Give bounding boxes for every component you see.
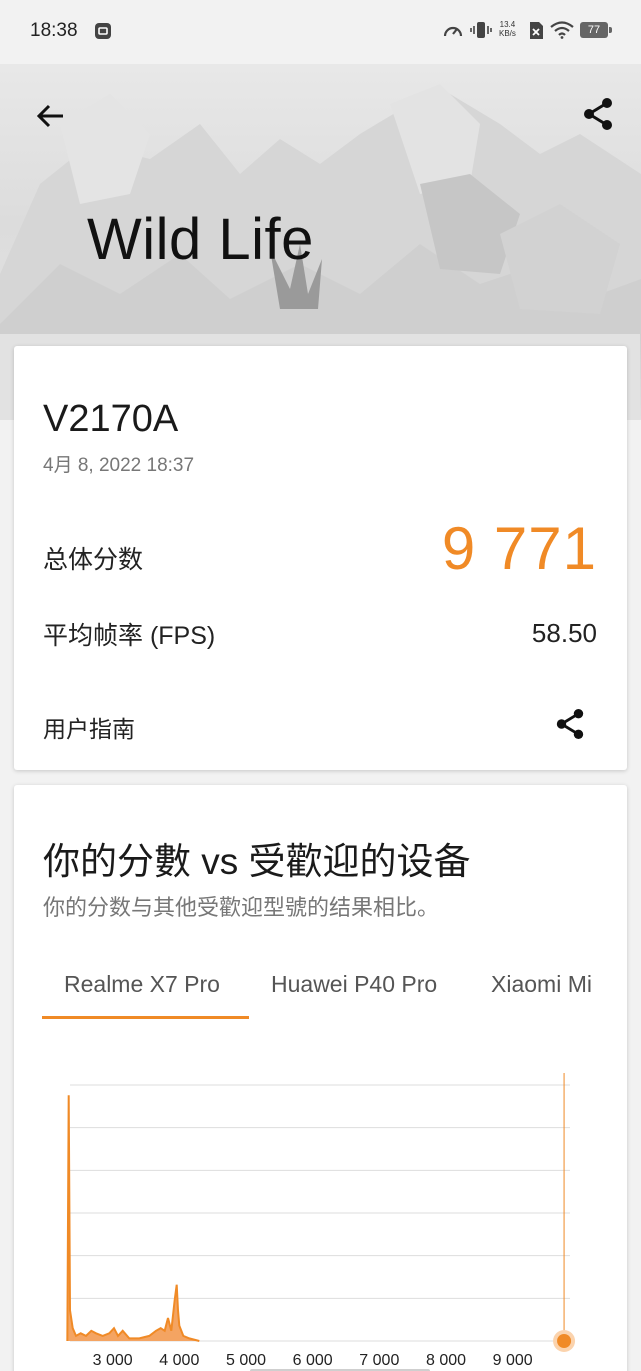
overall-score: 9 771 <box>441 515 597 582</box>
user-guide-share-button[interactable] <box>550 704 590 744</box>
tab-huawei-p40-pro[interactable]: Huawei P40 Pro <box>249 967 459 1019</box>
status-time: 18:38 <box>30 20 78 41</box>
x-tick-label: 8 000 <box>426 1352 466 1369</box>
x-axis-ticks: 3 000 4 000 5 000 6 000 7 000 8 000 9 000 <box>93 1352 533 1369</box>
vibrate-icon <box>470 20 492 45</box>
battery-icon: 77 <box>580 22 612 38</box>
network-speed-unit: KB/s <box>499 29 516 38</box>
x-tick-label: 4 000 <box>159 1352 199 1369</box>
share-icon <box>584 98 612 130</box>
user-guide-link[interactable]: 用户指南 <box>43 710 135 744</box>
arrow-left-icon <box>36 104 63 128</box>
fps-value: 58.50 <box>531 618 597 648</box>
x-tick-label: 7 000 <box>359 1352 399 1369</box>
speedometer-icon <box>442 21 464 46</box>
device-tabs: Realme X7 Pro Huawei P40 Pro Xiaomi Mi <box>42 967 627 1019</box>
chart-grid <box>70 1084 570 1342</box>
result-date: 4月 8, 2022 18:37 <box>43 455 195 476</box>
gallery-notification-icon <box>94 22 112 45</box>
distribution-line <box>66 1095 200 1342</box>
tab-realme-x7-pro[interactable]: Realme X7 Pro <box>42 967 249 1019</box>
fps-label: 平均帧率 (FPS) <box>43 622 216 650</box>
device-name: V2170A <box>43 398 179 440</box>
score-distribution-chart: 3 000 4 000 5 000 6 000 7 000 8 000 9 000 <box>66 1073 576 1371</box>
back-button[interactable] <box>30 96 70 136</box>
x-tick-label: 5 000 <box>226 1352 266 1369</box>
share-icon <box>556 708 584 740</box>
network-speed: 13.4 KB/s <box>499 20 516 38</box>
sim-off-icon <box>528 21 544 45</box>
comparison-subtitle: 你的分数与其他受歡迎型號的结果相比。 <box>43 895 440 920</box>
share-button[interactable] <box>578 94 618 134</box>
distribution-area <box>67 1095 200 1341</box>
wifi-icon <box>550 21 574 44</box>
x-tick-label: 6 000 <box>293 1352 333 1369</box>
x-tick-label: 3 000 <box>93 1352 133 1369</box>
comparison-title: 你的分數 vs 受歡迎的设备 <box>43 841 471 882</box>
your-score-marker <box>557 1334 572 1348</box>
x-tick-label: 9 000 <box>493 1352 533 1369</box>
result-card: V2170A 4月 8, 2022 18:37 总体分数 9 771 平均帧率 … <box>14 346 627 770</box>
status-bar: 18:38 13.4 KB/s 77 <box>0 0 641 64</box>
tab-xiaomi-mi[interactable]: Xiaomi Mi <box>469 967 614 1019</box>
page-title: Wild Life <box>87 207 314 272</box>
network-speed-value: 13.4 <box>499 20 516 29</box>
overall-score-label: 总体分数 <box>43 546 144 574</box>
comparison-card: 你的分數 vs 受歡迎的设备 你的分数与其他受歡迎型號的结果相比。 Realme… <box>14 785 627 1371</box>
